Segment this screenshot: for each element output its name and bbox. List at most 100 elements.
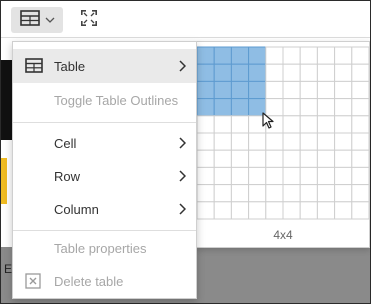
grid-cell-selected[interactable] — [213, 63, 232, 82]
table-button[interactable] — [11, 7, 63, 33]
grid-cell[interactable] — [265, 46, 284, 65]
grid-cell[interactable] — [282, 46, 301, 65]
grid-cell-selected[interactable] — [213, 80, 232, 100]
grid-cell[interactable] — [197, 149, 215, 168]
grid-cell[interactable] — [316, 80, 336, 100]
grid-cell[interactable] — [197, 184, 215, 203]
grid-cell[interactable] — [282, 149, 301, 168]
grid-cell[interactable] — [197, 132, 215, 151]
grid-cell[interactable] — [351, 46, 369, 65]
grid-cell[interactable] — [351, 80, 369, 100]
grid-cell[interactable] — [265, 149, 284, 168]
grid-cell[interactable] — [282, 166, 301, 186]
grid-cell-selected[interactable] — [230, 46, 250, 65]
grid-cell[interactable] — [213, 149, 232, 168]
grid-cell[interactable] — [213, 201, 232, 220]
grid-cell[interactable] — [351, 115, 369, 134]
grid-cell-selected[interactable] — [230, 80, 250, 100]
grid-cell[interactable] — [282, 63, 301, 82]
grid-cell[interactable] — [213, 132, 232, 151]
grid-cell[interactable] — [334, 98, 353, 117]
menu-item-column[interactable]: Column — [13, 192, 196, 226]
grid-cell[interactable] — [299, 166, 318, 186]
grid-cell[interactable] — [230, 201, 250, 220]
grid-cell-selected[interactable] — [230, 63, 250, 82]
grid-cell[interactable] — [334, 46, 353, 65]
grid-cell[interactable] — [316, 184, 336, 203]
grid-cell[interactable] — [299, 80, 318, 100]
grid-cell[interactable] — [282, 115, 301, 134]
grid-cell[interactable] — [213, 115, 232, 134]
grid-cell-selected[interactable] — [197, 80, 215, 100]
menu-item-table[interactable]: Table — [13, 49, 196, 83]
grid-cell[interactable] — [299, 149, 318, 168]
menu-item-cell[interactable]: Cell — [13, 126, 196, 160]
grid-cell[interactable] — [351, 149, 369, 168]
grid-cell[interactable] — [265, 132, 284, 151]
grid-cell[interactable] — [282, 184, 301, 203]
grid-cell[interactable] — [197, 201, 215, 220]
grid-cell-selected[interactable] — [248, 63, 267, 82]
menu-item-table-properties[interactable]: Table properties — [13, 231, 196, 265]
grid-cell[interactable] — [230, 132, 250, 151]
grid-cell-selected[interactable] — [197, 63, 215, 82]
grid-cell[interactable] — [197, 166, 215, 186]
grid-cell[interactable] — [230, 115, 250, 134]
grid-cell[interactable] — [282, 132, 301, 151]
grid-cell[interactable] — [230, 184, 250, 203]
grid-cell[interactable] — [265, 184, 284, 203]
grid-cell[interactable] — [316, 132, 336, 151]
grid-cell[interactable] — [299, 184, 318, 203]
grid-cell[interactable] — [299, 115, 318, 134]
grid-cells[interactable] — [197, 42, 369, 228]
grid-cell[interactable] — [299, 201, 318, 220]
grid-cell[interactable] — [248, 149, 267, 168]
fullscreen-button[interactable] — [77, 7, 101, 33]
grid-cell[interactable] — [351, 184, 369, 203]
grid-cell[interactable] — [334, 132, 353, 151]
grid-cell[interactable] — [299, 132, 318, 151]
grid-cell[interactable] — [282, 98, 301, 117]
grid-cell[interactable] — [351, 63, 369, 82]
grid-cell[interactable] — [248, 132, 267, 151]
menu-item-delete-table[interactable]: Delete table — [13, 264, 196, 298]
grid-cell[interactable] — [316, 166, 336, 186]
grid-cell[interactable] — [265, 201, 284, 220]
grid-cell[interactable] — [334, 149, 353, 168]
grid-cell[interactable] — [265, 80, 284, 100]
grid-cell[interactable] — [230, 166, 250, 186]
grid-cell[interactable] — [334, 63, 353, 82]
grid-cell[interactable] — [248, 201, 267, 220]
grid-cell[interactable] — [230, 149, 250, 168]
grid-cell[interactable] — [265, 63, 284, 82]
grid-cell[interactable] — [282, 80, 301, 100]
grid-cell[interactable] — [248, 166, 267, 186]
grid-cell[interactable] — [265, 166, 284, 186]
grid-cell[interactable] — [351, 201, 369, 220]
grid-cell[interactable] — [197, 115, 215, 134]
grid-cell-selected[interactable] — [197, 98, 215, 117]
grid-cell[interactable] — [316, 63, 336, 82]
grid-cell[interactable] — [351, 98, 369, 117]
grid-cell[interactable] — [334, 115, 353, 134]
grid-cell-selected[interactable] — [197, 46, 215, 65]
grid-cell[interactable] — [334, 166, 353, 186]
grid-cell[interactable] — [299, 46, 318, 65]
grid-cell[interactable] — [316, 98, 336, 117]
grid-cell[interactable] — [213, 166, 232, 186]
grid-cell[interactable] — [334, 201, 353, 220]
grid-cell-selected[interactable] — [213, 46, 232, 65]
grid-cell-selected[interactable] — [248, 46, 267, 65]
grid-cell[interactable] — [316, 46, 336, 65]
grid-cell-selected[interactable] — [230, 98, 250, 117]
grid-cell[interactable] — [299, 63, 318, 82]
grid-cell-selected[interactable] — [248, 80, 267, 100]
grid-cell[interactable] — [213, 184, 232, 203]
grid-cell[interactable] — [351, 132, 369, 151]
grid-cell[interactable] — [316, 201, 336, 220]
grid-cell[interactable] — [316, 149, 336, 168]
menu-item-toggle-table-outlines[interactable]: Toggle Table Outlines — [13, 83, 196, 117]
grid-cell[interactable] — [248, 184, 267, 203]
grid-cell[interactable] — [334, 80, 353, 100]
grid-cell-selected[interactable] — [213, 98, 232, 117]
